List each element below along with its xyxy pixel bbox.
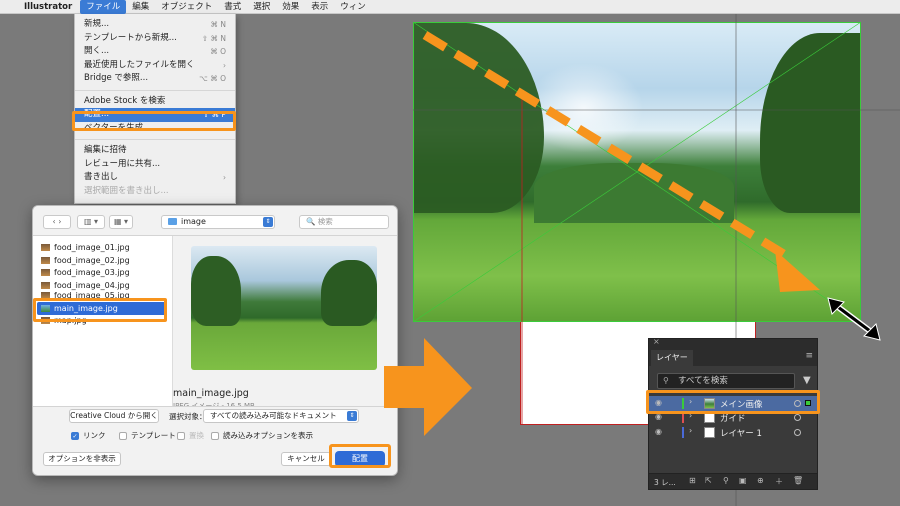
image-preview	[191, 246, 377, 370]
highlight-place-menu	[72, 111, 236, 131]
menu-item-open-recent[interactable]: 最近使用したファイルを開く ›	[75, 59, 235, 73]
locate-icon[interactable]: ⚲	[723, 476, 729, 485]
panel-menu-icon[interactable]: ≡	[805, 351, 813, 361]
hide-options-button[interactable]: オプションを非表示	[43, 452, 121, 466]
menu-item-new[interactable]: 新規... ⌘ N	[75, 18, 235, 32]
export-icon[interactable]: ⇱	[705, 476, 712, 485]
menu-separator	[75, 139, 235, 140]
layers-search-input[interactable]: ⚲ すべてを検索	[657, 373, 795, 389]
menu-item-new-from-template[interactable]: テンプレートから新規... ⇧ ⌘ N	[75, 32, 235, 46]
preview-tree-right	[321, 260, 377, 326]
menu-item-bridge[interactable]: Bridge で参照... ⌥ ⌘ O	[75, 72, 235, 86]
view-columns-button[interactable]: ▥ ▾	[77, 215, 105, 229]
panel-titlebar: ×	[649, 337, 817, 348]
drag-arrow-line	[422, 31, 793, 262]
clip-icon[interactable]: ▣	[739, 476, 747, 485]
image-file-icon	[41, 244, 50, 251]
search-icon: ⚲	[663, 376, 669, 385]
layer-thumbnail	[704, 427, 715, 438]
image-file-icon	[41, 269, 50, 276]
select-label: 選択対象：	[169, 412, 207, 421]
layer-row-layer1[interactable]: ◉ › レイヤー 1	[649, 425, 817, 440]
chevron-updown-icon: ⇕	[263, 217, 273, 227]
layer-color-bar	[682, 427, 684, 438]
menu-item-export-selection[interactable]: 選択範囲を書き出し...	[75, 185, 235, 199]
checkbox-template[interactable]: テンプレート	[119, 430, 176, 441]
list-item[interactable]: food_image_03.jpg	[33, 267, 172, 280]
target-circle-icon[interactable]	[794, 414, 801, 421]
menu-item-share-review[interactable]: レビュー用に共有...	[75, 158, 235, 172]
menu-item-adobe-stock[interactable]: Adobe Stock を検索	[75, 95, 235, 109]
search-input[interactable]: 🔍 検索	[299, 215, 389, 229]
trash-icon[interactable]: 🗑	[793, 476, 803, 485]
checkbox-import-options[interactable]: 読み込みオプションを表示	[211, 430, 313, 441]
file-type-select[interactable]: すべての読み込み可能なドキュメント ⇕	[203, 409, 359, 423]
artboard-icon[interactable]: ⊞	[689, 476, 696, 485]
new-sublayer-icon[interactable]: ⊕	[757, 476, 764, 485]
tab-layers[interactable]: レイヤー	[651, 350, 693, 366]
folder-icon	[168, 218, 177, 225]
image-file-icon	[41, 256, 50, 264]
layers-panel: × レイヤー ≡ ⚲ すべてを検索 ▼ ◉ › メイン画像 ◉ › ガイド ◉ ›…	[648, 337, 818, 490]
panel-tabs: レイヤー ≡	[649, 348, 817, 366]
preview-tree-left	[191, 256, 241, 326]
menu-separator	[75, 89, 235, 91]
cancel-button[interactable]: キャンセル	[281, 452, 331, 466]
folder-select[interactable]: image ⇕	[161, 215, 275, 229]
next-step-arrow-icon	[384, 338, 472, 436]
layers-footer: 3 レ... ⊞ ⇱ ⚲ ▣ ⊕ ＋ 🗑	[649, 473, 817, 489]
target-circle-icon[interactable]	[794, 429, 801, 436]
close-icon[interactable]: ×	[653, 337, 660, 346]
list-item[interactable]: food_image_02.jpg	[33, 255, 172, 268]
expand-chevron-icon[interactable]: ›	[689, 426, 692, 435]
checkbox-checked-icon: ✓	[71, 431, 79, 440]
menu-item-invite[interactable]: 編集に招待	[75, 144, 235, 158]
list-item[interactable]: food_image_04.jpg	[33, 280, 172, 293]
list-item[interactable]: food_image_01.jpg	[33, 242, 172, 255]
checkbox-icon	[211, 431, 219, 440]
place-dialog: ‹ › ▥ ▾ ▦ ▾ image ⇕ 🔍 検索 food_image_01.j…	[32, 205, 398, 476]
preview-filename: main_image.jpg	[173, 388, 249, 399]
filter-icon[interactable]: ▼	[803, 375, 811, 386]
drag-arrow-head	[775, 250, 820, 292]
dialog-toolbar: ‹ › ▥ ▾ ▦ ▾ image ⇕ 🔍 検索	[33, 206, 397, 236]
back-forward-buttons[interactable]: ‹ ›	[43, 215, 71, 229]
image-file-icon	[41, 281, 50, 289]
new-layer-icon[interactable]: ＋	[775, 476, 783, 487]
creative-cloud-button[interactable]: Creative Cloud から開く	[69, 409, 159, 423]
view-grid-button[interactable]: ▦ ▾	[109, 215, 133, 229]
checkbox-link[interactable]: ✓ リンク	[71, 430, 106, 441]
menu-item-open[interactable]: 開く... ⌘ O	[75, 45, 235, 59]
highlight-selected-file	[33, 298, 167, 322]
resize-diagonal-icon	[827, 297, 881, 341]
highlight-place-button	[329, 444, 391, 468]
checkbox-icon	[119, 431, 127, 440]
layer-count: 3 レ...	[654, 478, 676, 487]
file-menu: 新規... ⌘ N テンプレートから新規... ⇧ ⌘ N 開く... ⌘ O 最近使…	[74, 14, 236, 204]
highlight-main-image-layer	[646, 390, 820, 414]
chevron-updown-icon: ⇕	[347, 411, 357, 421]
layer-name: レイヤー 1	[720, 429, 762, 439]
visibility-eye-icon[interactable]: ◉	[655, 427, 662, 436]
checkbox-replace[interactable]: 置換	[177, 430, 204, 441]
checkbox-icon	[177, 431, 185, 440]
menu-item-export[interactable]: 書き出し ›	[75, 171, 235, 185]
